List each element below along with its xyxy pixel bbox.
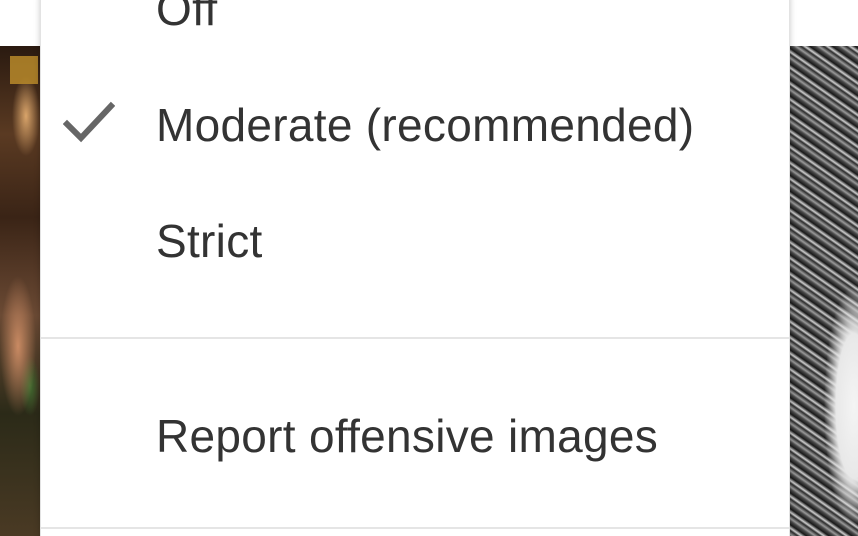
safesearch-option-moderate[interactable]: Moderate (recommended) bbox=[41, 70, 789, 180]
search-results-page: Off Moderate (recommended) Strict Report… bbox=[0, 0, 858, 536]
option-label: Moderate (recommended) bbox=[156, 99, 695, 151]
menu-divider bbox=[41, 527, 789, 529]
menu-divider bbox=[41, 337, 789, 339]
checkmark-icon bbox=[63, 101, 115, 143]
safesearch-option-off[interactable]: Off bbox=[41, 0, 789, 64]
option-label: Off bbox=[156, 0, 218, 35]
report-label: Report offensive images bbox=[156, 410, 659, 462]
image-result-thumbnail-right[interactable] bbox=[784, 46, 858, 536]
report-offensive-images-link[interactable]: Report offensive images bbox=[41, 381, 789, 491]
option-label: Strict bbox=[156, 215, 263, 267]
thumbnail-overlay bbox=[10, 56, 38, 84]
safesearch-dropdown-menu: Off Moderate (recommended) Strict Report… bbox=[40, 0, 790, 536]
safesearch-option-strict[interactable]: Strict bbox=[41, 186, 789, 296]
